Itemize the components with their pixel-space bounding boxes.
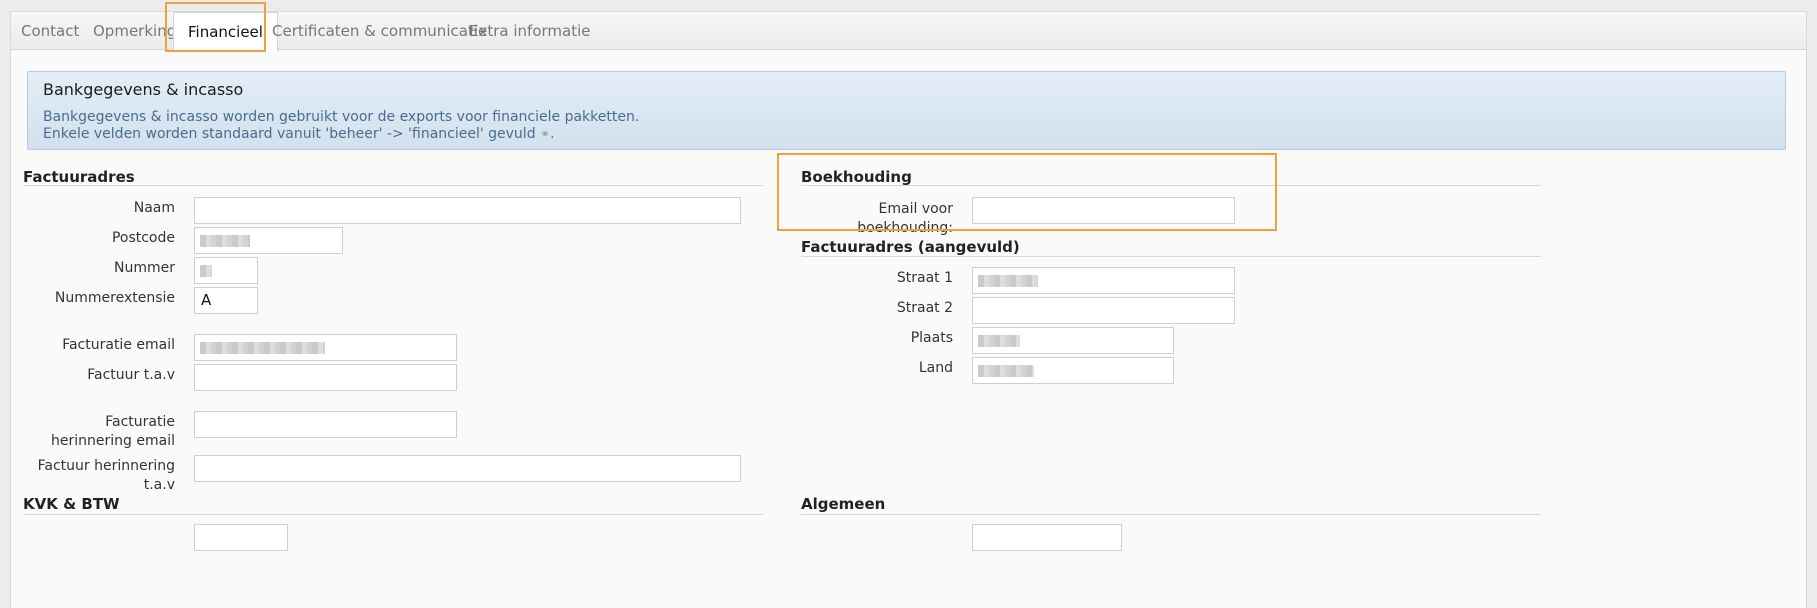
tab-contact[interactable]: Contact (21, 12, 79, 50)
redacted-value (978, 365, 1034, 377)
tab-extra-informatie[interactable]: Extra informatie (469, 12, 590, 50)
info-line-2: Enkele velden worden standaard vanuit 'b… (43, 126, 555, 142)
section-divider (801, 256, 1541, 257)
redacted-value (200, 342, 325, 354)
label-postcode: Postcode (111, 230, 175, 246)
info-title: Bankgegevens & incasso (43, 80, 244, 99)
section-title-factuuradres-aangevuld: Factuuradres (aangevuld) (801, 238, 1020, 256)
kvk-input[interactable] (194, 524, 288, 551)
label-straat-1: Straat 1 (896, 270, 953, 286)
label-factuur-tav: Factuur t.a.v (87, 367, 175, 383)
straat-1-input[interactable] (972, 267, 1235, 294)
info-box: Bankgegevens & incasso Bankgegevens & in… (27, 71, 1786, 150)
section-divider (23, 185, 763, 186)
tab-certificaten-communicatie[interactable]: Certificaten & communicatie (272, 12, 487, 50)
redacted-value (200, 235, 250, 247)
section-title-algemeen: Algemeen (801, 495, 886, 513)
label-herinnering-tav: Factuur herinnering t.a.v (37, 458, 175, 493)
link-icon[interactable]: ⚭ (540, 127, 550, 141)
redacted-value (978, 275, 1038, 287)
redacted-value (978, 335, 1020, 347)
section-title-factuuradres: Factuuradres (23, 168, 135, 186)
info-line-2-text: Enkele velden worden standaard vanuit 'b… (43, 126, 536, 142)
factuur-tav-input[interactable] (194, 364, 457, 391)
info-line-1: Bankgegevens & incasso worden gebruikt v… (43, 109, 640, 125)
label-facturatie-email: Facturatie email (62, 337, 175, 353)
label-plaats: Plaats (910, 330, 953, 346)
naam-input[interactable] (194, 197, 741, 224)
label-straat-2: Straat 2 (896, 300, 953, 316)
nummerextensie-input[interactable]: A (194, 287, 258, 314)
label-email-boekhouding: Email voor boekhouding: (857, 201, 953, 236)
nummer-input[interactable] (194, 257, 258, 284)
label-land: Land (918, 360, 953, 376)
email-boekhouding-input[interactable] (972, 197, 1235, 224)
land-input[interactable] (972, 357, 1174, 384)
facturatie-email-input[interactable] (194, 334, 457, 361)
financial-panel: Contact Opmerking Financieel Certificate… (10, 11, 1807, 608)
section-divider (23, 514, 763, 515)
algemeen-input[interactable] (972, 524, 1122, 551)
herinnering-email-input[interactable] (194, 411, 457, 438)
tab-bar: Contact Opmerking Financieel Certificate… (11, 12, 1806, 52)
straat-2-input[interactable] (972, 297, 1235, 324)
label-herinnering-email: Facturatie herinnering email (51, 414, 175, 449)
herinnering-tav-input[interactable] (194, 455, 741, 482)
tab-opmerking[interactable]: Opmerking (93, 12, 176, 50)
section-divider (801, 185, 1541, 186)
postcode-input[interactable] (194, 227, 343, 254)
label-naam: Naam (133, 200, 175, 216)
section-divider (801, 514, 1541, 515)
plaats-input[interactable] (972, 327, 1174, 354)
label-nummerextensie: Nummerextensie (54, 290, 175, 306)
label-nummer: Nummer (114, 260, 175, 276)
tab-financieel[interactable]: Financieel (173, 12, 278, 52)
info-line-2-end: . (550, 126, 555, 142)
redacted-value (200, 265, 212, 277)
section-title-kvk-btw: KVK & BTW (23, 495, 120, 513)
section-title-boekhouding: Boekhouding (801, 168, 912, 186)
